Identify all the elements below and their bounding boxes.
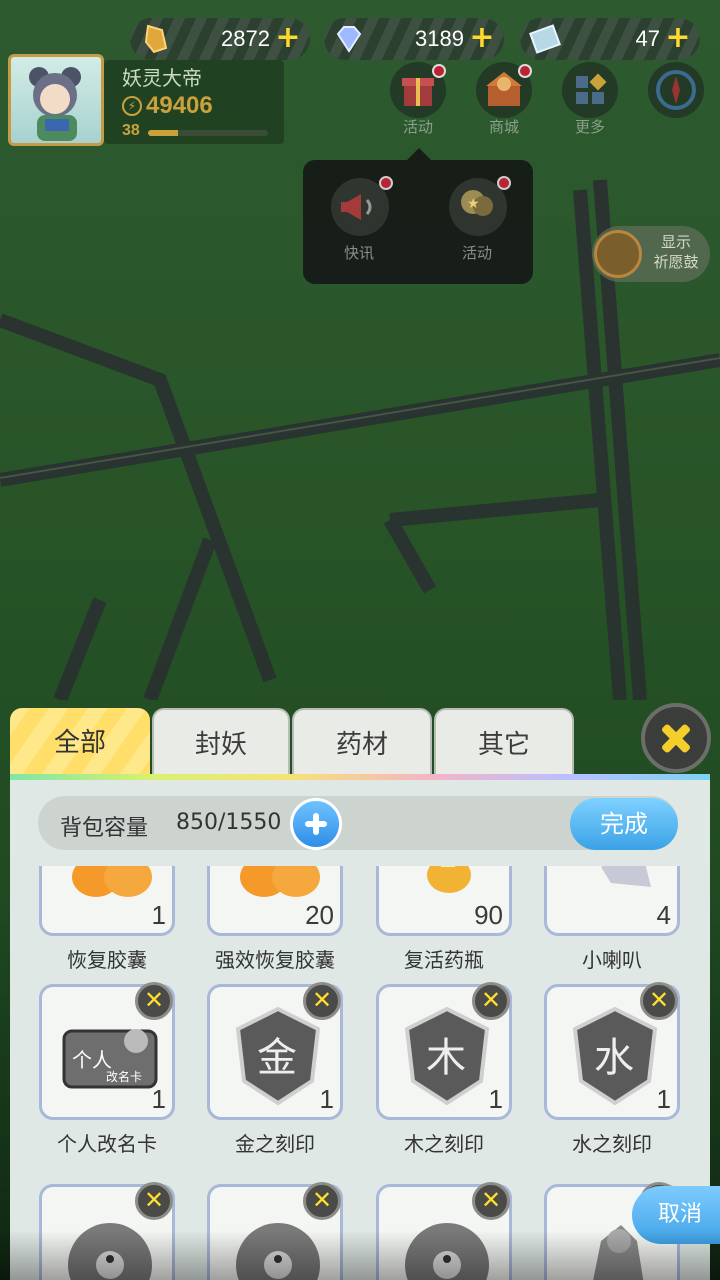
tab-seal-demon[interactable]: 封妖 [152, 708, 290, 776]
done-button[interactable]: 完成 [570, 798, 678, 850]
player-level: 38 [122, 122, 140, 139]
remove-item-icon[interactable]: ✕ [303, 982, 341, 1020]
notification-dot [379, 176, 393, 190]
menu-more-button[interactable]: 更多 [560, 62, 620, 136]
compass-icon [648, 62, 704, 118]
item-count: 20 [305, 900, 334, 930]
diamond-amount: 3189 [415, 26, 464, 51]
add-diamond-button[interactable]: + [468, 23, 496, 53]
xp-bar [148, 130, 268, 136]
menu-more-label: 更多 [574, 118, 605, 136]
item-slot[interactable]: 1 [39, 866, 175, 936]
svg-text:个人: 个人 [72, 1048, 112, 1072]
expand-capacity-button[interactable] [290, 798, 342, 850]
item-count: 1 [656, 1084, 671, 1114]
add-ticket-button[interactable]: + [664, 23, 692, 53]
activity-popup: 快讯 ★ 活动 [303, 148, 533, 284]
item-count: 1 [488, 1084, 503, 1114]
power-icon: ⚡ [122, 96, 142, 116]
player-power: 49406 [146, 92, 213, 119]
item-count: 1 [151, 900, 166, 930]
notification-dot [518, 64, 532, 78]
close-button[interactable] [641, 703, 711, 773]
compass-button[interactable] [646, 62, 706, 136]
player-card[interactable]: 妖灵大帝 ⚡ 49406 38 [8, 54, 284, 146]
avatar-image [29, 67, 81, 141]
remove-item-icon[interactable]: ✕ [303, 1182, 341, 1220]
wish-drum-label-line2: 祈愿鼓 [653, 253, 699, 271]
item-name: 木之刻印 [404, 1132, 484, 1156]
svg-text:木: 木 [426, 1035, 466, 1081]
popup-activity-button[interactable]: ★ 活动 [437, 176, 517, 268]
svg-text:★: ★ [467, 196, 480, 212]
capsule-icon [72, 866, 152, 897]
tab-herbs[interactable]: 药材 [292, 708, 432, 776]
item-name: 恢复胶囊 [67, 948, 147, 972]
capacity-label: 背包容量 [60, 816, 149, 841]
remove-item-icon[interactable]: ✕ [640, 982, 678, 1020]
news-button[interactable]: 快讯 [319, 176, 399, 268]
svg-text:金: 金 [257, 1035, 297, 1081]
item-slot[interactable]: 4 [544, 866, 680, 936]
item-name: 个人改名卡 [57, 1132, 157, 1156]
menu-shop-button[interactable]: 商城 [474, 62, 534, 136]
wish-drum-label-line1: 显示 [660, 233, 691, 251]
panel-divider [10, 774, 710, 780]
tab-all[interactable]: 全部 [10, 708, 150, 776]
diamond-icon [336, 26, 362, 53]
menu-activity-label: 活动 [402, 118, 433, 136]
currency-ticket[interactable]: 47 + [520, 18, 700, 60]
item-count: 90 [474, 900, 503, 930]
remove-item-icon[interactable]: ✕ [472, 1182, 510, 1220]
notification-dot [432, 64, 446, 78]
tab-others[interactable]: 其它 [434, 708, 574, 776]
item-count: 4 [656, 900, 671, 930]
svg-text:水: 水 [594, 1035, 634, 1081]
item-count: 1 [319, 1084, 334, 1114]
show-wish-drum-button[interactable]: 显示 祈愿鼓 [592, 226, 710, 282]
horn-icon [601, 866, 651, 887]
gold-crystal-icon [144, 24, 168, 54]
cancel-button[interactable]: 取消 [632, 1186, 720, 1244]
item-slot[interactable]: 20 [207, 866, 343, 936]
menu-activity-button[interactable]: 活动 [388, 62, 448, 136]
item-name: 小喇叭 [582, 948, 642, 972]
avatar[interactable] [8, 54, 104, 146]
item-name: 复活药瓶 [404, 948, 484, 972]
news-label: 快讯 [343, 244, 374, 262]
popup-arrow [407, 148, 431, 160]
xp-fill [148, 130, 178, 136]
item-count: 1 [151, 1084, 166, 1114]
remove-item-icon[interactable]: ✕ [135, 982, 173, 1020]
wish-drum-label: 显示 祈愿鼓 [646, 232, 706, 272]
drum-icon [594, 230, 642, 278]
ticket-amount: 47 [635, 26, 660, 51]
more-icon [562, 62, 618, 118]
svg-text:改名卡: 改名卡 [106, 1069, 142, 1084]
item-slot[interactable]: 90 [376, 866, 512, 936]
menu-shop-label: 商城 [488, 118, 519, 136]
item-name: 强效恢复胶囊 [215, 948, 335, 972]
item-grid[interactable]: 1 恢复胶囊 20 强效恢复胶囊 90 复活药瓶 4 小喇叭 个人 改名卡 1 ✕ 个人改名卡金 1 ✕ 金之… [10, 866, 710, 1280]
gold-amount: 2872 [221, 26, 270, 51]
remove-item-icon[interactable]: ✕ [135, 1182, 173, 1220]
player-name: 妖灵大帝 [122, 66, 202, 90]
capacity-value: 850/1550 [176, 810, 282, 835]
item-name: 水之刻印 [572, 1132, 652, 1156]
add-gold-button[interactable]: + [274, 23, 302, 53]
notification-dot [497, 176, 511, 190]
remove-item-icon[interactable]: ✕ [472, 982, 510, 1020]
currency-diamond[interactable]: 3189 + [324, 18, 504, 60]
popup-activity-label: 活动 [461, 244, 492, 262]
ticket-icon [529, 24, 561, 54]
item-name: 金之刻印 [235, 1132, 315, 1156]
